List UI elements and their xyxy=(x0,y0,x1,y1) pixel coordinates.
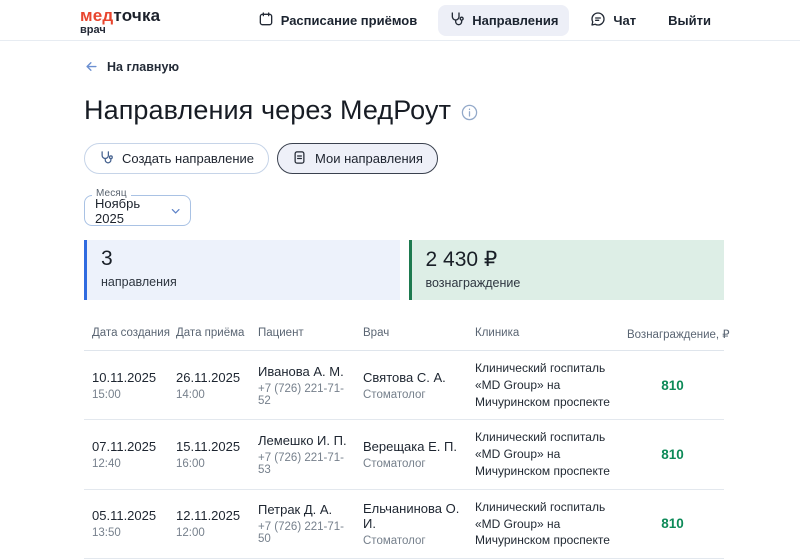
month-select-value: Ноябрь 2025 xyxy=(95,196,169,226)
created-time: 15:00 xyxy=(92,389,162,401)
doctor-name: Верещака Е. П. xyxy=(363,439,461,454)
doctor-specialty: Стоматолог xyxy=(363,389,461,401)
nav-item-label: Выйти xyxy=(668,13,711,28)
app-logo[interactable]: медточка врач xyxy=(80,5,160,36)
logo-wordmark: медточка xyxy=(80,7,160,24)
nav-item-chat[interactable]: Чат xyxy=(579,5,647,36)
appointment-time: 16:00 xyxy=(176,458,244,470)
chat-icon xyxy=(590,11,606,30)
nav-item-label: Направления xyxy=(472,13,558,28)
logo-subtitle: врач xyxy=(80,25,160,36)
col-header-reward: Вознаграждение, ₽ xyxy=(619,317,730,350)
nav-item-logout[interactable]: Выйти xyxy=(657,7,722,34)
arrow-left-icon xyxy=(84,59,99,74)
appointment-date: 15.11.2025 xyxy=(176,439,244,454)
document-icon xyxy=(292,150,307,168)
logo-part-med: мед xyxy=(80,6,113,25)
referrals-count-card: 3 направления xyxy=(84,240,400,300)
back-to-home-link[interactable]: На главную xyxy=(84,59,724,74)
calendar-icon xyxy=(258,11,274,30)
logo-part-tochka: точка xyxy=(113,6,160,25)
patient-name: Лемешко И. П. xyxy=(258,433,349,448)
created-time: 12:40 xyxy=(92,458,162,470)
referrals-table: Дата создания Дата приёма Пациент Врач К… xyxy=(84,317,724,559)
chevron-down-icon xyxy=(169,204,182,218)
main-nav: Расписание приёмов Направления Чат Выйти xyxy=(247,5,722,36)
patient-phone: +7 (726) 221-71-52 xyxy=(258,383,349,407)
appointment-time: 14:00 xyxy=(176,389,244,401)
create-referral-button[interactable]: Создать направление xyxy=(84,143,269,174)
created-date: 07.11.2025 xyxy=(92,439,162,454)
col-header-clinic: Клиника xyxy=(467,317,619,350)
my-referrals-button[interactable]: Мои направления xyxy=(277,143,438,174)
referrals-count-value: 3 xyxy=(101,247,386,271)
referral-tabs: Создать направление Мои направления xyxy=(84,143,724,174)
month-select-label: Месяц xyxy=(92,188,131,199)
top-bar: медточка врач Расписание приёмов Направл… xyxy=(0,0,800,41)
main-content: На главную Направления через МедРоут Соз… xyxy=(0,41,800,559)
col-header-patient: Пациент xyxy=(250,317,355,350)
nav-item-schedule[interactable]: Расписание приёмов xyxy=(247,5,429,36)
patient-phone: +7 (726) 221-71-53 xyxy=(258,452,349,476)
table-row[interactable]: 10.11.2025 15:00 26.11.2025 14:00 Иванова … xyxy=(84,351,724,420)
info-icon[interactable] xyxy=(461,104,478,121)
reward-amount: 810 xyxy=(661,378,684,393)
appointment-date: 12.11.2025 xyxy=(176,508,244,523)
table-row[interactable]: 05.11.2025 13:50 12.11.2025 12:00 Петрак Д… xyxy=(84,490,724,559)
nav-item-referrals[interactable]: Направления xyxy=(438,5,569,36)
month-select[interactable]: Месяц Ноябрь 2025 xyxy=(84,195,191,226)
clinic-name: Клинический госпиталь «MD Group» на Мичу… xyxy=(467,351,619,419)
stethoscope-icon xyxy=(449,11,465,30)
page-title: Направления через МедРоут xyxy=(84,95,451,126)
nav-item-label: Расписание приёмов xyxy=(281,13,418,28)
reward-total-value: 2 430 ₽ xyxy=(426,247,711,272)
created-time: 13:50 xyxy=(92,527,162,539)
reward-amount: 810 xyxy=(661,447,684,462)
reward-total-label: вознаграждение xyxy=(426,276,711,290)
tab-label: Мои направления xyxy=(315,151,423,166)
reward-total-card: 2 430 ₽ вознаграждение xyxy=(409,240,725,300)
col-header-created: Дата создания xyxy=(84,317,168,350)
table-row[interactable]: 07.11.2025 12:40 15.11.2025 16:00 Лемешко … xyxy=(84,420,724,489)
col-header-appointment: Дата приёма xyxy=(168,317,250,350)
table-header-row: Дата создания Дата приёма Пациент Врач К… xyxy=(84,317,724,351)
doctor-specialty: Стоматолог xyxy=(363,535,461,547)
appointment-time: 12:00 xyxy=(176,527,244,539)
created-date: 10.11.2025 xyxy=(92,370,162,385)
nav-item-label: Чат xyxy=(613,13,636,28)
summary-cards: 3 направления 2 430 ₽ вознаграждение xyxy=(84,240,724,300)
doctor-specialty: Стоматолог xyxy=(363,458,461,470)
clinic-name: Клинический госпиталь «MD Group» на Мичу… xyxy=(467,490,619,558)
appointment-date: 26.11.2025 xyxy=(176,370,244,385)
clinic-name: Клинический госпиталь «MD Group» на Мичу… xyxy=(467,420,619,488)
stethoscope-icon xyxy=(99,150,114,168)
tab-label: Создать направление xyxy=(122,151,254,166)
doctor-name: Святова С. А. xyxy=(363,370,461,385)
referrals-count-label: направления xyxy=(101,275,386,289)
col-header-doctor: Врач xyxy=(355,317,467,350)
doctor-name: Ельчанинова О. И. xyxy=(363,501,461,531)
reward-amount: 810 xyxy=(661,516,684,531)
created-date: 05.11.2025 xyxy=(92,508,162,523)
patient-name: Иванова А. М. xyxy=(258,364,349,379)
patient-name: Петрак Д. А. xyxy=(258,502,349,517)
back-link-label: На главную xyxy=(107,60,179,74)
